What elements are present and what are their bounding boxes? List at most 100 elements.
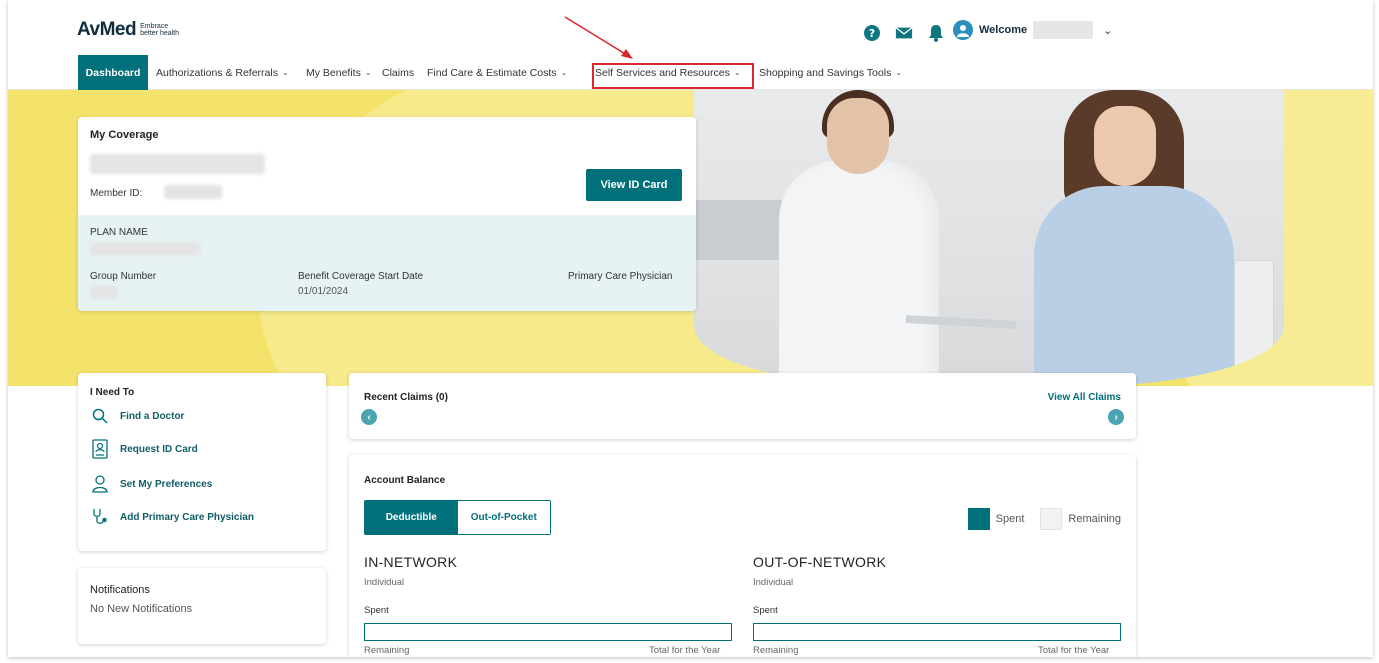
chevron-right-icon[interactable]: › (1108, 409, 1124, 425)
benefit-start-label: Benefit Coverage Start Date (298, 271, 424, 282)
nav-dashboard[interactable]: Dashboard (78, 55, 148, 90)
nav-claims[interactable]: Claims (382, 55, 414, 90)
svg-text:?: ? (869, 27, 875, 40)
out-network-spent-label: Spent (753, 605, 778, 616)
nav-label: My Benefits (306, 66, 361, 79)
plan-name-redacted (90, 242, 200, 255)
legend-spent-label: Spent (995, 513, 1025, 525)
benefit-start-value: 01/01/2024 (298, 286, 349, 297)
nav-my-benefits[interactable]: My Benefits ⌄ (306, 55, 372, 90)
group-number-redacted (90, 286, 118, 299)
view-all-claims-link[interactable]: View All Claims (1048, 392, 1121, 403)
nav-find-care[interactable]: Find Care & Estimate Costs ⌄ (427, 55, 567, 90)
i-need-to-card: I Need To Find a Doctor Request ID Card … (78, 373, 326, 551)
app-frame: AvMed Embrace better health ? Welcome ⌄ … (8, 0, 1373, 657)
chevron-down-icon: ⌄ (281, 68, 289, 77)
pcp-label: Primary Care Physician (568, 271, 673, 282)
in-network-subtitle: Individual (364, 577, 405, 588)
group-number-label: Group Number (90, 271, 157, 282)
photo-patient-face (1094, 106, 1156, 186)
tagline-line1: Embrace (140, 23, 169, 30)
balance-legend: Spent Remaining (967, 508, 1121, 530)
out-network-subtitle: Individual (753, 577, 794, 588)
member-id-redacted (164, 185, 222, 199)
user-avatar-icon (953, 20, 973, 40)
hero-photo (694, 90, 1284, 386)
logo-tagline: Embrace better health (140, 23, 179, 37)
welcome-label: Welcome (979, 24, 1028, 36)
recent-claims-title: Recent Claims (0) (364, 392, 448, 403)
coverage-title: My Coverage (90, 129, 159, 141)
nav-self-services[interactable]: Self Services and Resources ⌄ (595, 55, 741, 90)
account-balance-card: Account Balance Deductible Out-of-Pocket… (349, 455, 1136, 657)
nav-label: Authorizations & Referrals (156, 66, 278, 79)
nav-label: Find Care & Estimate Costs (427, 66, 557, 79)
nav-shopping-savings[interactable]: Shopping and Savings Tools ⌄ (759, 55, 902, 90)
in-network-remaining-label: Remaining (364, 645, 410, 656)
chevron-left-icon[interactable]: ‹ (361, 409, 377, 425)
photo-patient (1034, 186, 1234, 386)
notifications-title: Notifications (90, 584, 150, 596)
header: AvMed Embrace better health ? Welcome ⌄ (8, 0, 1373, 50)
help-icon[interactable]: ? (863, 24, 881, 42)
in-network-spent-label: Spent (364, 605, 389, 616)
avmed-logo[interactable]: AvMed Embrace better health (77, 19, 179, 41)
nav-authorizations-referrals[interactable]: Authorizations & Referrals ⌄ (156, 55, 289, 90)
chevron-down-icon[interactable]: ⌄ (1103, 24, 1112, 37)
add-pcp-link[interactable]: Add Primary Care Physician (90, 507, 254, 527)
notifications-card: Notifications No New Notifications (78, 568, 326, 644)
chevron-down-icon: ⌄ (895, 68, 903, 77)
action-label: Find a Doctor (120, 410, 185, 422)
id-card-icon (90, 439, 110, 459)
mail-icon[interactable] (895, 24, 913, 42)
out-network-total-label: Total for the Year (1038, 645, 1110, 656)
notifications-text: No New Notifications (90, 603, 193, 615)
out-network-progress-bar (753, 623, 1121, 641)
photo-doctor (779, 160, 939, 386)
bell-icon[interactable] (927, 24, 945, 42)
user-icon (90, 474, 110, 494)
out-network-title: OUT-OF-NETWORK (753, 554, 887, 570)
member-name-redacted (90, 154, 265, 174)
set-preferences-link[interactable]: Set My Preferences (90, 474, 212, 494)
action-label: Set My Preferences (120, 478, 213, 490)
header-icons: ? (863, 24, 945, 42)
chevron-down-icon: ⌄ (364, 68, 372, 77)
plan-details: PLAN NAME Group Number Benefit Coverage … (78, 215, 696, 311)
find-doctor-link[interactable]: Find a Doctor (90, 406, 184, 426)
view-id-card-button[interactable]: View ID Card (586, 169, 682, 201)
photo-equipment (1234, 260, 1274, 386)
coverage-card: My Coverage Member ID: View ID Card PLAN… (78, 117, 696, 311)
main-nav: Dashboard Authorizations & Referrals ⌄ My… (8, 55, 1373, 90)
search-icon (90, 406, 110, 426)
tab-deductible[interactable]: Deductible (365, 501, 458, 534)
chevron-down-icon: ⌄ (560, 68, 568, 77)
action-label: Add Primary Care Physician (120, 511, 254, 523)
chevron-down-icon: ⌄ (733, 68, 741, 77)
plan-name-label: PLAN NAME (90, 227, 148, 238)
account-balance-title: Account Balance (364, 475, 446, 486)
nav-label: Claims (382, 66, 415, 79)
member-id-label: Member ID: (90, 188, 143, 199)
in-network-progress-bar (364, 623, 732, 641)
nav-label: Shopping and Savings Tools (759, 66, 892, 79)
nav-label: Self Services and Resources (595, 66, 730, 79)
legend-remaining-swatch (1040, 508, 1063, 530)
legend-remaining-label: Remaining (1068, 513, 1121, 525)
tab-out-of-pocket[interactable]: Out-of-Pocket (457, 501, 550, 534)
photo-doctor-face (827, 98, 889, 174)
legend-spent-swatch (967, 508, 990, 530)
action-label: Request ID Card (120, 443, 198, 455)
tagline-line2: better health (140, 30, 180, 37)
user-menu[interactable]: Welcome ⌄ (953, 20, 1112, 40)
stethoscope-icon (90, 507, 110, 527)
user-name-redacted (1033, 21, 1094, 39)
out-network-remaining-label: Remaining (753, 645, 799, 656)
in-network-title: IN-NETWORK (364, 554, 458, 570)
logo-wordmark: AvMed (77, 19, 137, 40)
in-network-total-label: Total for the Year (649, 645, 721, 656)
recent-claims-card: Recent Claims (0) View All Claims ‹ › (349, 373, 1136, 439)
balance-toggle: Deductible Out-of-Pocket (364, 500, 551, 535)
i-need-to-title: I Need To (90, 387, 135, 398)
request-id-card-link[interactable]: Request ID Card (90, 439, 198, 459)
